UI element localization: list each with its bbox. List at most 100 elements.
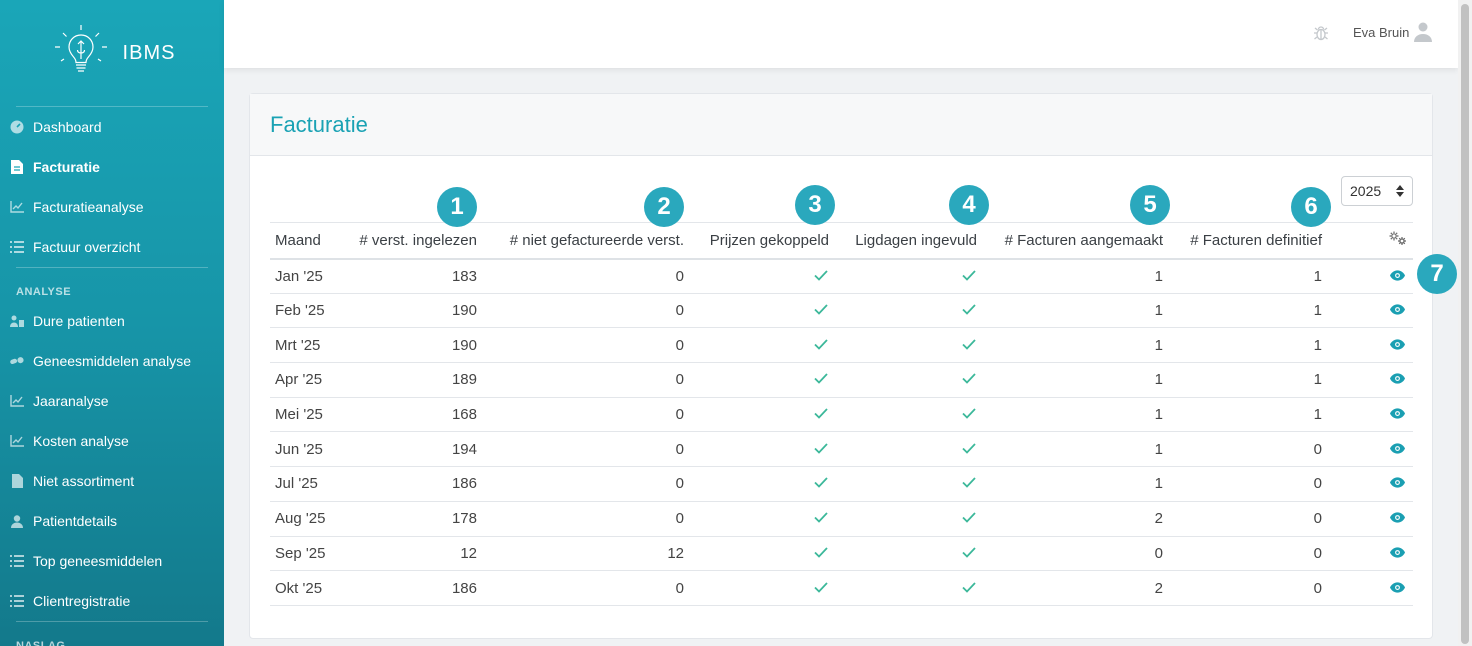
col-prijzen-gekoppeld[interactable]: Prijzen gekoppeld (689, 222, 834, 260)
cell-maand: Mei '25 (270, 397, 342, 433)
card-header: Facturatie (250, 94, 1432, 156)
check-icon (814, 512, 828, 523)
cell-view-action[interactable] (1327, 327, 1413, 364)
col-facturen-aangemaakt[interactable]: # Facturen aangemaakt (982, 222, 1168, 260)
eye-icon[interactable] (1390, 339, 1405, 350)
check-icon (962, 269, 976, 281)
col-facturen-definitief[interactable]: # Facturen definitief (1168, 222, 1327, 260)
check-icon (962, 512, 976, 523)
eye-icon[interactable] (1390, 304, 1405, 315)
pills-icon (10, 354, 24, 368)
cell-view-action[interactable] (1327, 536, 1413, 572)
sidebar-item-label: Top geneesmiddelen (33, 553, 163, 569)
check-icon (962, 443, 976, 454)
cell-view-action[interactable] (1327, 293, 1413, 329)
sidebar-item-geneesmiddelen-analyse[interactable]: Geneesmiddelen analyse (0, 341, 224, 381)
sidebar-item-jaaranalyse[interactable]: Jaaranalyse (0, 381, 224, 421)
sidebar-item-dashboard[interactable]: Dashboard (0, 107, 224, 147)
cell-view-action[interactable] (1327, 362, 1413, 398)
sidebar-item-top-geneesmiddelen[interactable]: Top geneesmiddelen (0, 541, 224, 581)
check-icon (962, 477, 976, 489)
user-avatar-icon[interactable] (1414, 22, 1432, 42)
step-badge-6: 6 (1291, 187, 1331, 227)
eye-icon[interactable] (1390, 373, 1405, 385)
sidebar-item-facturatieanalyse[interactable]: Facturatieanalyse (0, 187, 224, 227)
page-scrollbar[interactable] (1458, 0, 1472, 646)
cell-view-action[interactable] (1327, 431, 1413, 468)
sidebar-item-label: Patientdetails (33, 513, 118, 529)
eye-icon[interactable] (1390, 581, 1405, 593)
eye-icon[interactable] (1390, 408, 1405, 419)
check-icon (814, 304, 828, 315)
table-row: Feb '25 190 0 1 1 (270, 293, 1413, 329)
cell-maand: Okt '25 (270, 570, 342, 606)
cell-facturen-definitief: 0 (1168, 466, 1327, 502)
dashboard-icon (10, 120, 24, 134)
cell-facturen-definitief: 1 (1168, 327, 1327, 364)
sidebar-item-niet-assortiment[interactable]: Niet assortiment (0, 461, 224, 501)
sidebar-item-patientdetails[interactable]: Patientdetails (0, 501, 224, 541)
cell-view-action[interactable] (1327, 570, 1413, 606)
col-maand[interactable]: Maand (270, 222, 342, 260)
sidebar-item-dure-patienten[interactable]: Dure patienten (0, 301, 224, 341)
sidebar-item-label: Factuur overzicht (33, 239, 141, 255)
cell-niet-gefactureerd: 0 (482, 362, 689, 398)
list-icon (10, 554, 24, 568)
sidebar: IBMS Dashboard Facturatie Facturatieanal… (0, 0, 224, 646)
check-icon (814, 581, 828, 593)
col-verst-ingelezen[interactable]: # verst. ingelezen (342, 222, 482, 260)
invoice-icon (10, 160, 24, 174)
eye-icon[interactable] (1390, 477, 1405, 489)
table-row: Mei '25 168 0 1 1 (270, 397, 1413, 433)
year-select[interactable]: 2025 (1341, 176, 1413, 206)
cell-ligdagen-ingevuld (834, 258, 982, 294)
cell-facturen-definitief: 1 (1168, 293, 1327, 329)
table-header: Maand # verst. ingelezen # niet gefactur… (270, 222, 1413, 260)
cell-facturen-aangemaakt: 1 (982, 397, 1168, 433)
cell-prijzen-gekoppeld (689, 327, 834, 364)
chart-icon (10, 434, 24, 448)
sidebar-item-facturatie[interactable]: Facturatie (0, 147, 224, 187)
facturatie-table: Maand # verst. ingelezen # niet gefactur… (270, 222, 1413, 606)
eye-icon[interactable] (1390, 547, 1405, 558)
bug-icon[interactable] (1312, 24, 1330, 42)
cell-maand: Feb '25 (270, 293, 342, 329)
cell-verst-ingelezen: 12 (342, 536, 482, 572)
cell-niet-gefactureerd: 0 (482, 397, 689, 433)
sidebar-item-clientregistratie[interactable]: Clientregistratie (0, 581, 224, 621)
check-icon (814, 339, 828, 350)
user-icon (10, 514, 24, 528)
eye-icon[interactable] (1390, 269, 1405, 281)
cell-verst-ingelezen: 190 (342, 293, 482, 329)
check-icon (814, 408, 828, 419)
cell-maand: Jun '25 (270, 431, 342, 468)
cell-view-action[interactable] (1327, 501, 1413, 537)
cell-niet-gefactureerd: 0 (482, 327, 689, 364)
cell-niet-gefactureerd: 0 (482, 258, 689, 294)
cell-view-action[interactable] (1327, 397, 1413, 433)
cell-prijzen-gekoppeld (689, 362, 834, 398)
cell-facturen-definitief: 1 (1168, 258, 1327, 294)
scrollbar-thumb[interactable] (1461, 4, 1469, 644)
cell-maand: Jan '25 (270, 258, 342, 294)
cell-maand: Jul '25 (270, 466, 342, 502)
user-name[interactable]: Eva Bruin (1353, 25, 1409, 40)
eye-icon[interactable] (1390, 443, 1405, 454)
sidebar-item-kosten-analyse[interactable]: Kosten analyse (0, 421, 224, 461)
cell-view-action[interactable] (1327, 258, 1413, 294)
cell-view-action[interactable] (1327, 466, 1413, 502)
col-actions[interactable] (1327, 222, 1413, 260)
gears-icon[interactable] (1388, 230, 1408, 246)
year-select-value: 2025 (1350, 183, 1382, 199)
table-row: Jun '25 194 0 1 0 (270, 431, 1413, 468)
eye-icon[interactable] (1390, 512, 1405, 523)
cell-niet-gefactureerd: 0 (482, 466, 689, 502)
col-ligdagen-ingevuld[interactable]: Ligdagen ingevuld (834, 222, 982, 260)
sidebar-item-factuur-overzicht[interactable]: Factuur overzicht (0, 227, 224, 267)
cell-prijzen-gekoppeld (689, 570, 834, 606)
brand[interactable]: IBMS (0, 0, 224, 106)
cell-niet-gefactureerd: 0 (482, 293, 689, 329)
step-badge-3: 3 (795, 185, 835, 225)
col-niet-gefactureerd[interactable]: # niet gefactureerde verst. (482, 222, 689, 260)
check-icon (814, 547, 828, 558)
